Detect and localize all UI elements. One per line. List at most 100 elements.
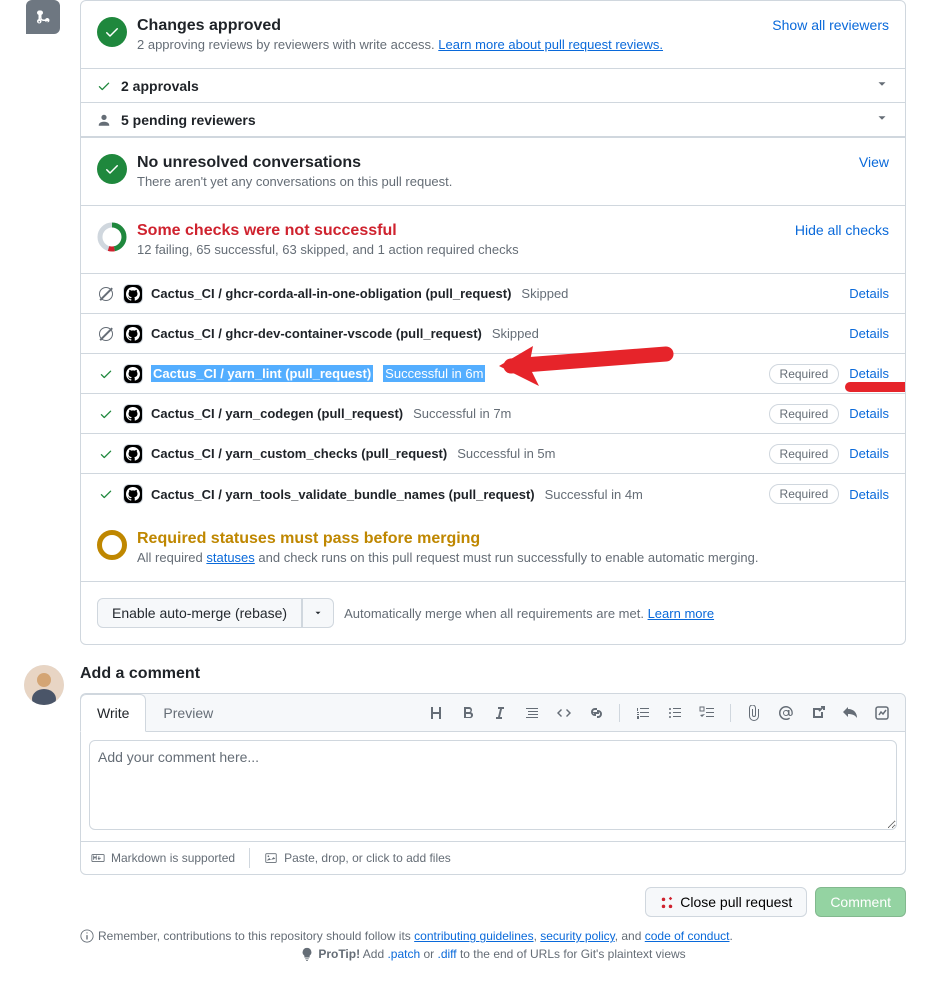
unordered-list-button[interactable] <box>662 700 688 726</box>
saved-replies-button[interactable] <box>869 700 895 726</box>
learn-reviews-link[interactable]: Learn more about pull request reviews. <box>438 37 663 52</box>
triangle-down-icon <box>313 608 323 618</box>
code-button[interactable] <box>551 700 577 726</box>
check-name: Cactus_CI / ghcr-corda-all-in-one-obliga… <box>151 286 511 301</box>
tab-preview[interactable]: Preview <box>146 694 230 732</box>
patch-link[interactable]: .patch <box>387 947 420 961</box>
link-button[interactable] <box>583 700 609 726</box>
github-actions-icon <box>123 484 143 504</box>
check-name: Cactus_CI / yarn_codegen (pull_request) <box>151 406 403 421</box>
check-icon <box>97 367 115 381</box>
person-icon <box>97 113 111 127</box>
comment-textarea[interactable] <box>89 740 897 830</box>
close-pr-button[interactable]: Close pull request <box>645 887 807 917</box>
security-link[interactable]: security policy <box>540 929 614 943</box>
auto-merge-dropdown-button[interactable] <box>302 598 334 628</box>
file-upload-label[interactable]: Paste, drop, or click to add files <box>264 851 451 865</box>
conversations-title: No unresolved conversations <box>137 154 859 172</box>
check-icon <box>97 407 115 421</box>
check-name: Cactus_CI / ghcr-dev-container-vscode (p… <box>151 326 482 341</box>
coc-link[interactable]: code of conduct <box>645 929 730 943</box>
comment-button[interactable]: Comment <box>815 887 906 917</box>
cross-reference-button[interactable] <box>805 700 831 726</box>
check-status: Successful in 4m <box>545 487 643 502</box>
reply-button[interactable] <box>837 700 863 726</box>
details-link[interactable]: Details <box>849 406 889 421</box>
check-icon <box>97 154 127 184</box>
required-status-title: Required statuses must pass before mergi… <box>137 530 889 548</box>
details-link[interactable]: Details <box>849 326 889 341</box>
details-link[interactable]: Details <box>849 286 889 301</box>
details-link[interactable]: Details <box>849 487 889 502</box>
statuses-link[interactable]: statuses <box>206 550 254 565</box>
check-icon <box>97 79 111 93</box>
check-status: Successful in 6m <box>383 365 485 382</box>
ordered-list-button[interactable] <box>630 700 656 726</box>
approval-subtitle: 2 approving reviews by reviewers with wr… <box>137 37 772 52</box>
checks-title: Some checks were not successful <box>137 222 795 240</box>
approval-title: Changes approved <box>137 17 772 35</box>
check-row: Cactus_CI / yarn_tools_validate_bundle_n… <box>81 474 905 514</box>
warning-ring-icon <box>97 530 127 560</box>
skip-icon <box>97 327 115 341</box>
heading-button[interactable] <box>423 700 449 726</box>
view-conversations-link[interactable]: View <box>859 154 889 170</box>
markdown-icon <box>91 851 105 865</box>
footer-remember: Remember, contributions to this reposito… <box>98 929 733 943</box>
details-link[interactable]: Details <box>849 366 889 381</box>
check-status: Skipped <box>492 326 539 341</box>
comment-title: Add a comment <box>80 665 906 683</box>
auto-merge-text: Automatically merge when all requirement… <box>344 606 714 621</box>
task-list-button[interactable] <box>694 700 720 726</box>
check-row: Cactus_CI / ghcr-corda-all-in-one-obliga… <box>81 274 905 314</box>
git-merge-icon <box>26 0 60 34</box>
git-pr-closed-icon <box>660 895 674 909</box>
hide-checks-link[interactable]: Hide all checks <box>795 222 889 238</box>
chevron-down-icon <box>875 111 889 128</box>
required-badge: Required <box>769 364 840 384</box>
enable-auto-merge-button[interactable]: Enable auto-merge (rebase) <box>97 598 302 628</box>
pending-label: 5 pending reviewers <box>121 112 875 128</box>
diff-link[interactable]: .diff <box>438 947 457 961</box>
github-actions-icon <box>123 364 143 384</box>
learn-more-link[interactable]: Learn more <box>648 606 714 621</box>
lightbulb-icon <box>300 947 314 961</box>
avatar <box>24 665 64 705</box>
quote-button[interactable] <box>519 700 545 726</box>
checks-sub: 12 failing, 65 successful, 63 skipped, a… <box>137 242 795 257</box>
status-donut-icon <box>97 222 127 252</box>
required-badge: Required <box>769 444 840 464</box>
contributing-link[interactable]: contributing guidelines <box>414 929 533 943</box>
bold-button[interactable] <box>455 700 481 726</box>
show-all-reviewers-link[interactable]: Show all reviewers <box>772 17 889 33</box>
attachment-button[interactable] <box>741 700 767 726</box>
pending-reviewers-row[interactable]: 5 pending reviewers <box>81 103 905 137</box>
check-status: Skipped <box>521 286 568 301</box>
skip-icon <box>97 287 115 301</box>
github-actions-icon <box>123 444 143 464</box>
github-actions-icon <box>123 284 143 304</box>
image-icon <box>264 851 278 865</box>
check-name: Cactus_CI / yarn_custom_checks (pull_req… <box>151 446 447 461</box>
check-status: Successful in 5m <box>457 446 555 461</box>
check-icon <box>97 487 115 501</box>
github-actions-icon <box>123 404 143 424</box>
required-status-sub: All required statuses and check runs on … <box>137 550 889 565</box>
check-row: Cactus_CI / yarn_custom_checks (pull_req… <box>81 434 905 474</box>
approvals-label: 2 approvals <box>121 78 875 94</box>
check-row: Cactus_CI / ghcr-dev-container-vscode (p… <box>81 314 905 354</box>
info-icon <box>80 929 94 943</box>
tab-write[interactable]: Write <box>80 694 146 732</box>
check-row: Cactus_CI / yarn_codegen (pull_request) S… <box>81 394 905 434</box>
details-link[interactable]: Details <box>849 446 889 461</box>
mention-button[interactable] <box>773 700 799 726</box>
required-badge: Required <box>769 484 840 504</box>
github-actions-icon <box>123 324 143 344</box>
check-status: Successful in 7m <box>413 406 511 421</box>
check-icon <box>97 17 127 47</box>
approvals-row[interactable]: 2 approvals <box>81 69 905 103</box>
check-row: Cactus_CI / yarn_lint (pull_request)Succ… <box>81 354 905 394</box>
chevron-down-icon <box>875 77 889 94</box>
markdown-support-label[interactable]: Markdown is supported <box>91 851 235 865</box>
italic-button[interactable] <box>487 700 513 726</box>
